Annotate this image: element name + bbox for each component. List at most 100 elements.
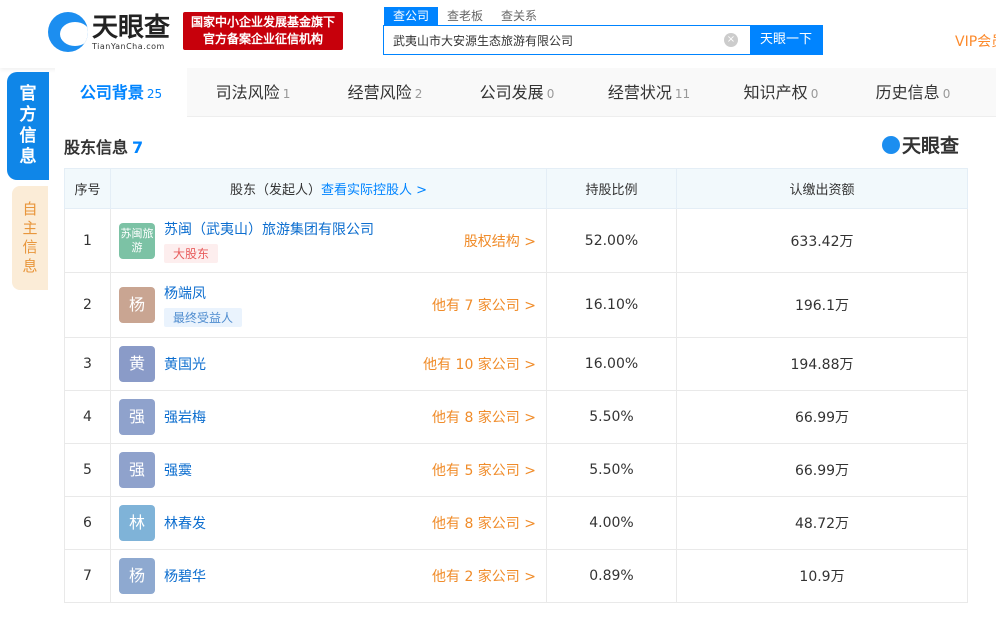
side-tab-self-label: 自主信息 <box>22 200 38 275</box>
cell-ratio: 16.10% <box>546 272 677 338</box>
table-row: 7 杨杨碧华 他有 2 家公司 > 0.89% 10.9万 <box>64 549 968 603</box>
tab-label: 公司背景 <box>79 82 144 102</box>
holder-detail-link[interactable]: 他有 8 家公司 > <box>432 407 536 427</box>
tab-4[interactable]: 经营状况 11 <box>583 68 715 117</box>
logo[interactable]: 天眼查 TianYanCha.com <box>48 12 170 52</box>
badge-line2: 官方备案企业征信机构 <box>202 32 323 46</box>
table-row: 5 强强霙 他有 5 家公司 > 5.50% 66.99万 <box>64 443 968 497</box>
cell-capital: 196.1万 <box>676 272 968 338</box>
search-tab-company[interactable]: 查公司 <box>384 7 439 26</box>
tab-label: 经营风险 <box>347 82 412 102</box>
watermark-logo: 天眼查 <box>882 131 959 158</box>
cell-holder: 杨杨端凤 最终受益人 他有 7 家公司 > <box>110 272 547 338</box>
cell-holder: 苏闽旅游 苏闽（武夷山）旅游集团有限公司 大股东 股权结构 > <box>110 208 547 273</box>
header: 天眼查 TianYanCha.com 国家中小企业发展基金旗下 官方备案企业征信… <box>0 0 996 68</box>
logo-icon <box>48 12 88 52</box>
logo-text: 天眼查 <box>92 12 171 43</box>
search-button[interactable]: 天眼一下 <box>750 26 822 54</box>
cell-capital: 48.72万 <box>676 496 968 550</box>
section-title-text: 股东信息 <box>64 138 129 157</box>
holder-name-link[interactable]: 强霙 <box>164 460 432 480</box>
cell-capital: 10.9万 <box>676 549 968 603</box>
watermark-text: 天眼查 <box>902 135 960 157</box>
vip-link[interactable]: VIP会员 <box>955 31 996 51</box>
avatar[interactable]: 苏闽旅游 <box>119 222 155 259</box>
tab-1[interactable]: 司法风险 1 <box>187 68 319 117</box>
tab-count: 0 <box>942 86 951 101</box>
holder-name-link[interactable]: 林春发 <box>164 513 432 533</box>
search-tabs: 查公司 查老板 查关系 <box>384 7 546 26</box>
cell-capital: 633.42万 <box>676 208 968 273</box>
avatar[interactable]: 强 <box>119 452 155 488</box>
cell-holder: 黄黄国光 他有 10 家公司 > <box>110 337 547 391</box>
side-tab-self[interactable]: 自主信息 <box>12 186 48 290</box>
tab-label: 经营状况 <box>607 82 672 102</box>
tab-label: 公司发展 <box>479 82 544 102</box>
cell-ratio: 0.89% <box>546 549 677 603</box>
table-row: 6 林林春发 他有 8 家公司 > 4.00% 48.72万 <box>64 496 968 550</box>
holder-detail-link[interactable]: 他有 5 家公司 > <box>432 460 536 480</box>
tab-2[interactable]: 经营风险 2 <box>319 68 451 117</box>
cell-capital: 194.88万 <box>676 337 968 391</box>
avatar[interactable]: 杨 <box>119 558 155 594</box>
clear-icon[interactable]: × <box>724 33 738 47</box>
holder-name-link[interactable]: 杨碧华 <box>164 566 432 586</box>
avatar[interactable]: 杨 <box>119 287 155 323</box>
holder-detail-link[interactable]: 他有 10 家公司 > <box>423 354 536 374</box>
side-tab-official[interactable]: 官方信息 <box>7 72 49 180</box>
tab-0[interactable]: 公司背景 25 <box>55 67 187 117</box>
cell-holder: 强强岩梅 他有 8 家公司 > <box>110 390 547 444</box>
tab-count: 11 <box>674 86 691 101</box>
cell-holder: 林林春发 他有 8 家公司 > <box>110 496 547 550</box>
section-count: 7 <box>132 138 144 157</box>
side-tab-official-label: 官方信息 <box>19 84 37 167</box>
tab-count: 0 <box>810 86 819 101</box>
table-row: 1 苏闽旅游 苏闽（武夷山）旅游集团有限公司 大股东 股权结构 > 52.00% 63… <box>64 208 968 273</box>
view-controller-link[interactable]: 查看实际控股人 > <box>321 183 427 198</box>
holder-name-link[interactable]: 黄国光 <box>164 354 423 374</box>
holder-detail-link[interactable]: 他有 2 家公司 > <box>432 566 536 586</box>
header-holder-label: 股东（发起人） <box>229 183 321 198</box>
tab-5[interactable]: 知识产权 0 <box>715 68 847 117</box>
search-tab-boss[interactable]: 查老板 <box>438 7 492 26</box>
cell-ratio: 5.50% <box>546 390 677 444</box>
avatar[interactable]: 强 <box>119 399 155 435</box>
holder-detail-link[interactable]: 他有 7 家公司 > <box>432 295 536 315</box>
search-input[interactable] <box>384 26 724 54</box>
table-row: 4 强强岩梅 他有 8 家公司 > 5.50% 66.99万 <box>64 390 968 444</box>
holder-name-link[interactable]: 苏闽（武夷山）旅游集团有限公司 <box>164 219 464 239</box>
tab-3[interactable]: 公司发展 0 <box>451 68 583 117</box>
cell-no: 5 <box>64 443 111 497</box>
search-box: × 天眼一下 <box>383 25 823 55</box>
holder-detail-link[interactable]: 他有 8 家公司 > <box>432 513 536 533</box>
holder-name-link[interactable]: 强岩梅 <box>164 407 432 427</box>
cell-holder: 杨杨碧华 他有 2 家公司 > <box>110 549 547 603</box>
cell-holder: 强强霙 他有 5 家公司 > <box>110 443 547 497</box>
tab-6[interactable]: 历史信息 0 <box>847 68 979 117</box>
tab-count: 1 <box>282 86 291 101</box>
badge-line1: 国家中小企业发展基金旗下 <box>190 15 335 29</box>
header-no: 序号 <box>64 168 111 209</box>
cell-capital: 66.99万 <box>676 443 968 497</box>
avatar[interactable]: 林 <box>119 505 155 541</box>
holder-tag: 大股东 <box>164 243 219 263</box>
avatar[interactable]: 黄 <box>119 346 155 382</box>
cell-no: 2 <box>64 272 111 338</box>
tab-count: 0 <box>546 86 555 101</box>
header-capital: 认缴出资额 <box>676 168 968 209</box>
search-tab-relation[interactable]: 查关系 <box>492 7 546 26</box>
header-ratio: 持股比例 <box>546 168 677 209</box>
holder-name-link[interactable]: 杨端凤 <box>164 283 432 303</box>
cell-no: 4 <box>64 390 111 444</box>
table-row: 3 黄黄国光 他有 10 家公司 > 16.00% 194.88万 <box>64 337 968 391</box>
tab-label: 司法风险 <box>215 82 280 102</box>
tab-label: 知识产权 <box>743 82 808 102</box>
cell-no: 6 <box>64 496 111 550</box>
table-row: 2 杨杨端凤 最终受益人 他有 7 家公司 > 16.10% 196.1万 <box>64 272 968 338</box>
tab-count: 25 <box>146 86 163 101</box>
cell-no: 7 <box>64 549 111 603</box>
holder-detail-link[interactable]: 股权结构 > <box>464 231 536 251</box>
logo-domain: TianYanCha.com <box>92 41 165 51</box>
cell-ratio: 52.00% <box>546 208 677 273</box>
cell-no: 3 <box>64 337 111 391</box>
